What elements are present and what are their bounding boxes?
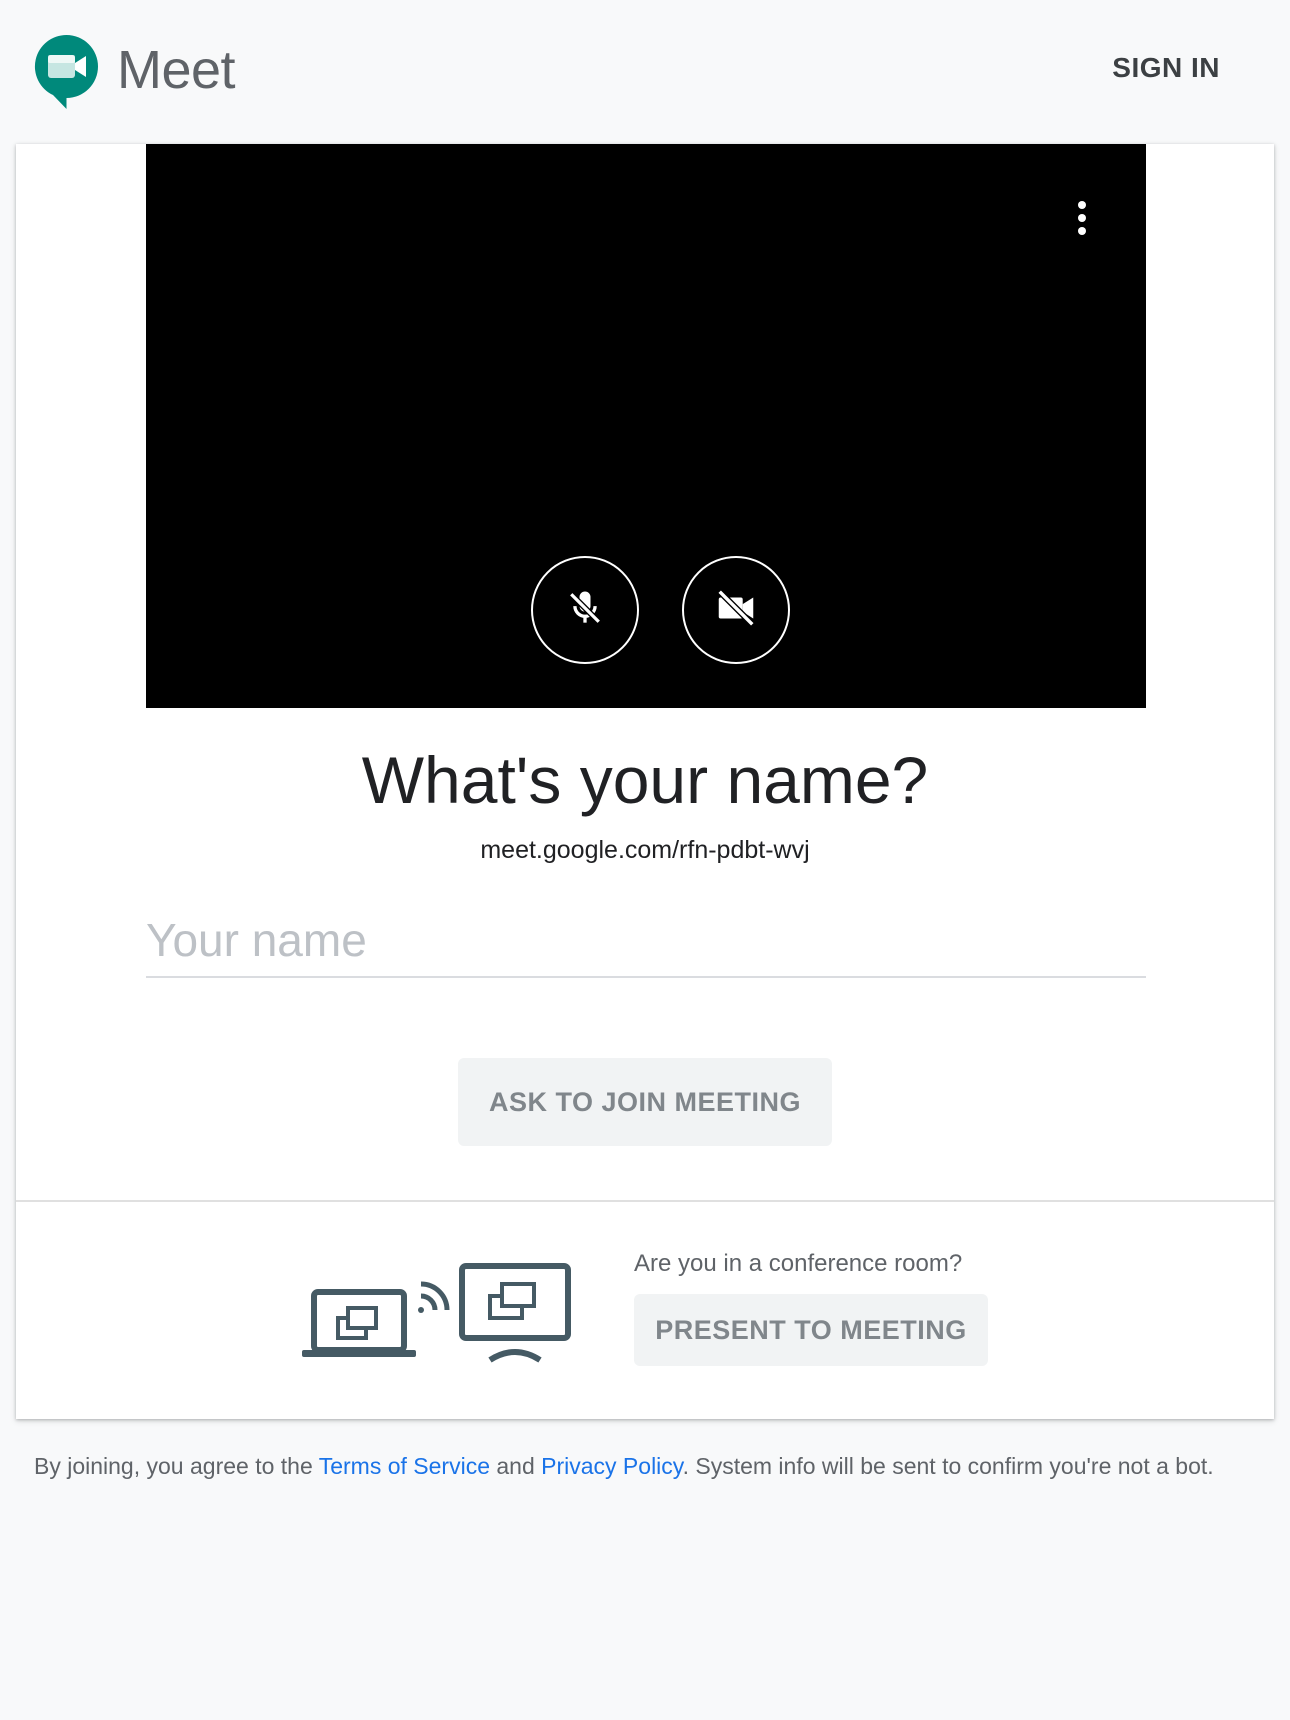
present-devices-illustration <box>300 1262 606 1372</box>
cast-signal-icon <box>418 1281 450 1313</box>
camera-toggle-button[interactable] <box>682 556 790 664</box>
page-title: What's your name? <box>361 743 929 817</box>
terms-and: and <box>489 1453 542 1479</box>
terms-notice: By joining, you agree to the Terms of Se… <box>34 1450 1274 1482</box>
privacy-policy-link[interactable]: Privacy Policy <box>541 1453 682 1479</box>
conference-room-question: Are you in a conference room? <box>634 1250 963 1277</box>
present-to-meeting-button[interactable]: PRESENT TO MEETING <box>634 1294 988 1366</box>
name-input[interactable] <box>146 908 1146 978</box>
join-card: What's your name? meet.google.com/rfn-pd… <box>16 144 1274 1419</box>
sign-in-button[interactable]: SIGN IN <box>1112 50 1220 86</box>
laptop-icon <box>302 1289 416 1357</box>
ask-to-join-button[interactable]: ASK TO JOIN MEETING <box>458 1058 832 1146</box>
section-divider <box>16 1200 1274 1202</box>
terms-suffix: . System info will be sent to confirm yo… <box>682 1453 1214 1479</box>
video-preview <box>146 144 1146 708</box>
meet-logo-icon <box>33 33 100 111</box>
terms-prefix: By joining, you agree to the <box>34 1453 319 1479</box>
meeting-url: meet.google.com/rfn-pdbt-wvj <box>480 836 810 864</box>
microphone-toggle-button[interactable] <box>531 556 639 664</box>
monitor-icon <box>459 1263 571 1363</box>
terms-of-service-link[interactable]: Terms of Service <box>319 1453 490 1479</box>
brand-name: Meet <box>117 40 236 100</box>
more-options-icon[interactable] <box>1062 196 1102 240</box>
mic-off-icon <box>563 586 607 635</box>
top-bar: Meet SIGN IN <box>0 0 1290 140</box>
camera-off-icon <box>713 585 759 636</box>
